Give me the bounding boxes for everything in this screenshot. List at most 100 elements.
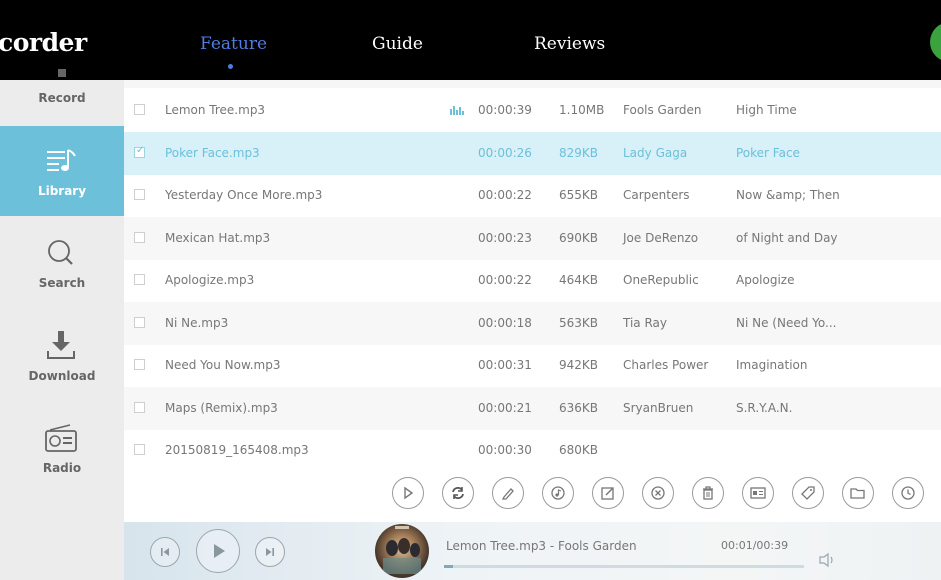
list-top-separator — [124, 80, 941, 88]
track-album: of Night and Day — [736, 231, 838, 245]
row-checkbox[interactable] — [134, 274, 145, 285]
track-name: Lemon Tree.mp3 — [165, 103, 266, 117]
track-size: 1.10MB — [559, 103, 605, 117]
trash-icon — [703, 486, 713, 500]
now-playing-title: Lemon Tree.mp3 - Fools Garden — [446, 539, 637, 553]
play-button[interactable] — [392, 477, 424, 509]
previous-icon — [161, 548, 169, 556]
track-name: Mexican Hat.mp3 — [165, 231, 271, 245]
search-icon — [48, 240, 73, 265]
track-duration: 00:00:18 — [478, 316, 532, 330]
edit-info-button[interactable] — [592, 477, 624, 509]
track-duration: 00:00:23 — [478, 231, 532, 245]
tag-button[interactable] — [792, 477, 824, 509]
volume-icon[interactable] — [818, 552, 838, 568]
next-icon — [266, 548, 274, 556]
play-icon — [214, 544, 225, 558]
library-icon — [47, 149, 76, 171]
convert-button[interactable] — [442, 477, 474, 509]
album-cover — [375, 524, 429, 578]
row-checkbox[interactable] — [134, 104, 145, 115]
folder-button[interactable] — [842, 477, 874, 509]
clock-icon — [901, 486, 915, 500]
track-name: Need You Now.mp3 — [165, 358, 281, 372]
play-pause-button[interactable] — [196, 529, 240, 573]
table-row[interactable]: Yesterday Once More.mp3 00:00:22 655KB C… — [124, 174, 941, 217]
track-name: Apologize.mp3 — [165, 273, 255, 287]
table-row[interactable]: ✓ Poker Face.mp3 00:00:26 829KB Lady Gag… — [124, 132, 941, 175]
track-duration: 00:00:39 — [478, 103, 532, 117]
remove-button[interactable] — [642, 477, 674, 509]
edit-icon — [501, 488, 514, 500]
row-checkbox[interactable] — [134, 402, 145, 413]
track-album: Apologize — [736, 273, 795, 287]
sidebar-item-label: Radio — [42, 461, 82, 475]
table-row[interactable]: Maps (Remix).mp3 00:00:21 636KB SryanBru… — [124, 387, 941, 430]
track-artist: Lady Gaga — [623, 146, 688, 160]
progress-bar[interactable] — [444, 565, 804, 568]
nav-feature[interactable]: Feature — [200, 34, 267, 54]
folder-icon — [850, 488, 865, 499]
player-bar: Lemon Tree.mp3 - Fools Garden 00:01/00:3… — [124, 522, 941, 580]
id-card-icon — [750, 487, 766, 499]
sidebar-item-label: Library — [37, 184, 87, 198]
delete-button[interactable] — [692, 477, 724, 509]
row-checkbox[interactable] — [134, 444, 145, 455]
track-artist: Joe DeRenzo — [623, 231, 699, 245]
row-checkbox[interactable] — [134, 189, 145, 200]
track-album: S.R.Y.A.N. — [736, 401, 793, 415]
track-artist: SryanBruen — [623, 401, 694, 415]
track-duration: 00:00:26 — [478, 146, 532, 160]
track-size: 655KB — [559, 188, 599, 202]
track-duration: 00:00:31 — [478, 358, 532, 372]
table-row[interactable]: Ni Ne.mp3 00:00:18 563KB Tia Ray Ni Ne (… — [124, 302, 941, 345]
green-circle-button[interactable] — [930, 22, 941, 62]
site-header: corder Feature Guide Reviews — [0, 0, 941, 80]
track-size: 563KB — [559, 316, 599, 330]
sidebar-item-library[interactable]: Library — [0, 126, 124, 216]
track-duration: 00:00:22 — [478, 273, 532, 287]
track-album: Ni Ne (Need Yo... — [736, 316, 837, 330]
tag-icon — [801, 486, 815, 500]
remove-icon — [651, 486, 665, 500]
music-tag-icon — [551, 486, 565, 500]
music-tag-button[interactable] — [542, 477, 574, 509]
previous-button[interactable] — [150, 537, 180, 567]
id-card-button[interactable] — [742, 477, 774, 509]
row-checkbox[interactable] — [134, 359, 145, 370]
schedule-button[interactable] — [892, 477, 924, 509]
track-album: Now &amp; Then — [736, 188, 840, 202]
nav-guide[interactable]: Guide — [372, 34, 423, 54]
next-button[interactable] — [255, 537, 285, 567]
track-duration: 00:00:22 — [478, 188, 532, 202]
table-row[interactable]: Need You Now.mp3 00:00:31 942KB Charles … — [124, 344, 941, 387]
track-name: Yesterday Once More.mp3 — [165, 188, 323, 202]
track-artist: Tia Ray — [623, 316, 667, 330]
play-icon — [404, 486, 414, 500]
table-row[interactable]: Lemon Tree.mp3 00:00:39 1.10MB Fools Gar… — [124, 89, 941, 132]
sidebar-item-record[interactable]: Record — [0, 35, 124, 125]
table-row[interactable]: 20150819_165408.mp3 00:00:30 680KB — [124, 429, 941, 468]
action-toolbar — [124, 468, 941, 522]
table-row[interactable]: Mexican Hat.mp3 00:00:23 690KB Joe DeRen… — [124, 217, 941, 260]
sidebar-item-search[interactable]: Search — [0, 220, 124, 310]
edit-button[interactable] — [492, 477, 524, 509]
equalizer-icon — [450, 106, 464, 115]
track-artist: Charles Power — [623, 358, 709, 372]
track-size: 690KB — [559, 231, 599, 245]
track-size: 829KB — [559, 146, 599, 160]
progress-fill — [444, 565, 454, 568]
track-name: Ni Ne.mp3 — [165, 316, 229, 330]
row-checkbox[interactable] — [134, 232, 145, 243]
nav-active-indicator — [228, 64, 233, 69]
sidebar-item-radio[interactable]: Radio — [0, 406, 124, 496]
row-checkbox[interactable]: ✓ — [134, 145, 145, 158]
row-checkbox[interactable] — [134, 317, 145, 328]
table-row[interactable]: Apologize.mp3 00:00:22 464KB OneRepublic… — [124, 259, 941, 302]
track-duration: 00:00:21 — [478, 401, 532, 415]
nav-reviews[interactable]: Reviews — [534, 34, 605, 54]
track-album: Poker Face — [736, 146, 800, 160]
sidebar-item-download[interactable]: Download — [0, 313, 124, 403]
track-list: Lemon Tree.mp3 00:00:39 1.10MB Fools Gar… — [124, 80, 941, 468]
sidebar: Record Library Search Download Radio — [0, 69, 124, 580]
